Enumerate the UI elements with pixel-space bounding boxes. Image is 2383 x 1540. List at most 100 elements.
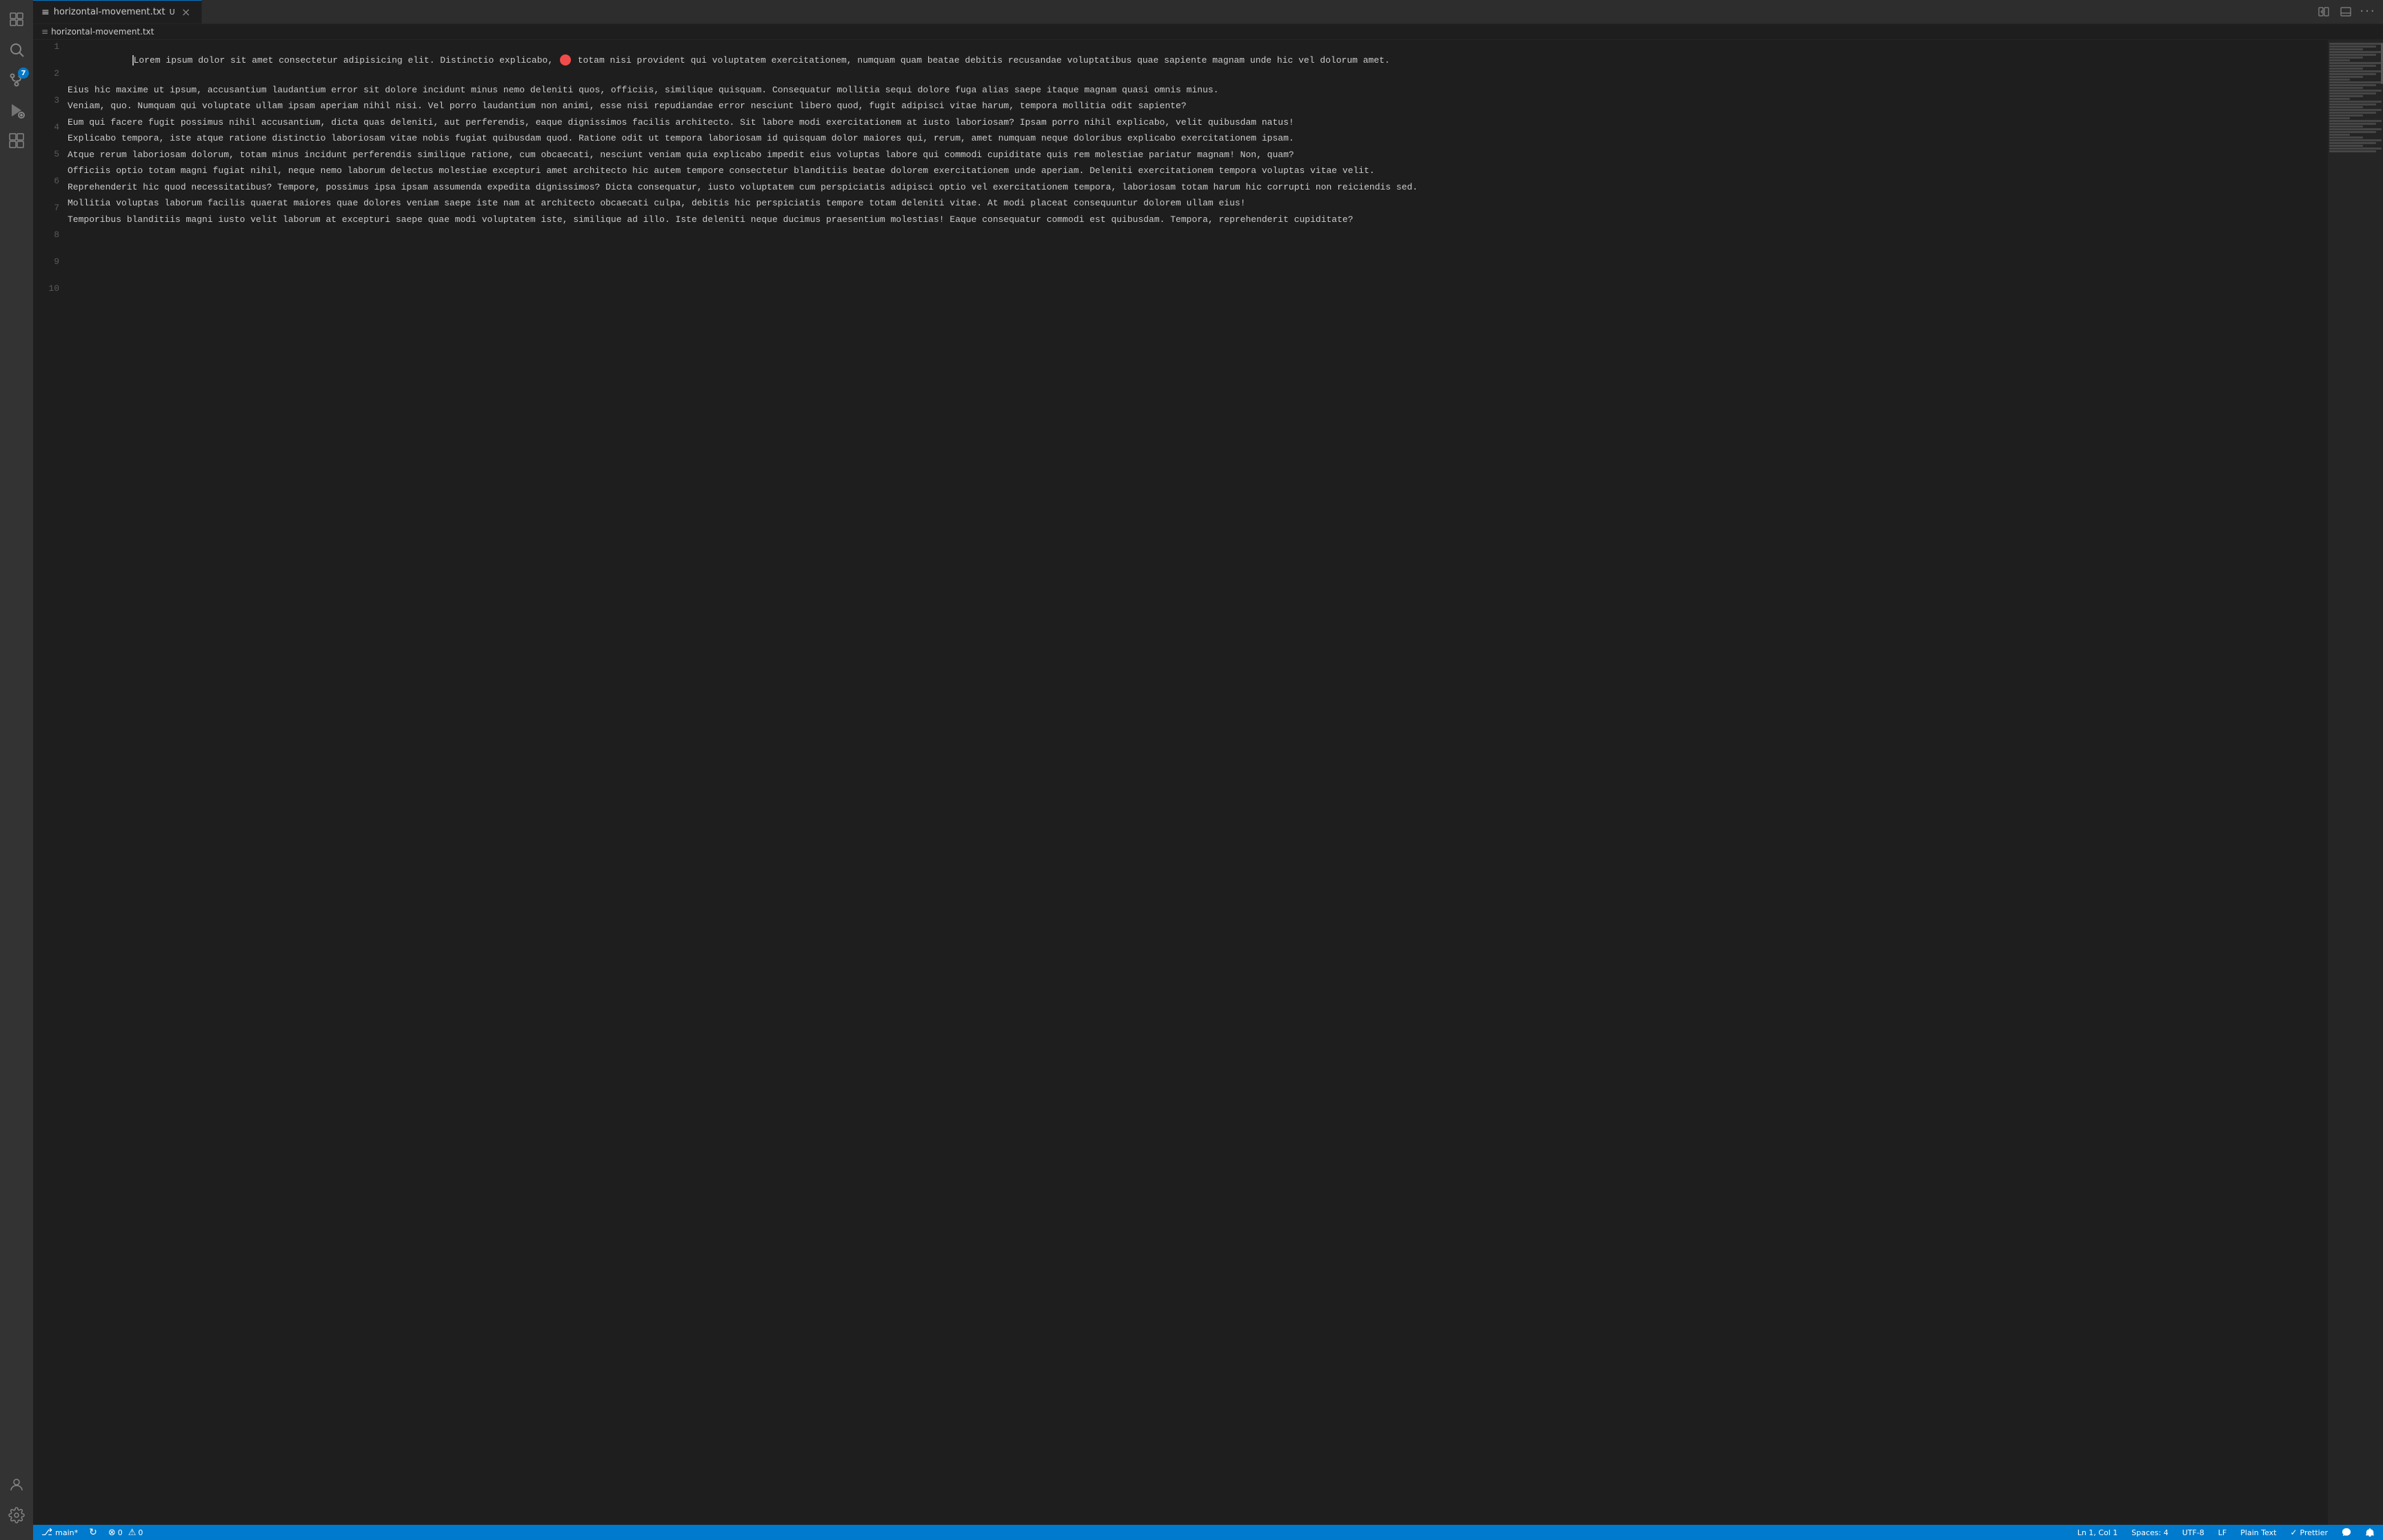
- code-line-5[interactable]: Explicabo tempora, iste atque ratione di…: [68, 132, 2317, 145]
- warning-icon: ⚠: [128, 1528, 137, 1538]
- line-number-9: 9: [33, 255, 59, 269]
- status-bar: ⎇ main* ↻ ⊗ 0 ⚠ 0 Ln 1, Col: [33, 1525, 2383, 1540]
- line-ending-item[interactable]: LF: [2215, 1525, 2229, 1540]
- warning-count: 0: [138, 1528, 143, 1537]
- minimap-line: [2329, 79, 2350, 81]
- error-count: 0: [118, 1528, 123, 1537]
- minimap-line: [2329, 57, 2363, 59]
- line-number-10: 10: [33, 282, 59, 296]
- code-line-3[interactable]: Veniam, quo. Numquam qui voluptate ullam…: [68, 99, 2317, 113]
- minimap-line: [2329, 92, 2376, 94]
- minimap-line: [2329, 98, 2350, 100]
- line-number-5: 5: [33, 148, 59, 161]
- minimap-line: [2329, 131, 2376, 133]
- explorer-icon[interactable]: [3, 6, 30, 33]
- code-line-2[interactable]: Eius hic maxime ut ipsum, accusantium la…: [68, 83, 2317, 97]
- formatter-item[interactable]: ✓ Prettier: [2287, 1525, 2331, 1540]
- git-branch-item[interactable]: ⎇ main*: [39, 1525, 81, 1540]
- minimap-line: [2329, 62, 2382, 64]
- cursor-position: Ln 1, Col 1: [2078, 1528, 2118, 1537]
- breadcrumb: ≡ horizontal-movement.txt: [33, 24, 2383, 40]
- minimap-line: [2329, 43, 2382, 45]
- line-ending-label: LF: [2218, 1528, 2226, 1537]
- editor-area: 1 2 3 4 5 6 7 8 9 10 Lorem ipsum dolor s…: [33, 40, 2383, 1525]
- minimap-line: [2329, 128, 2382, 130]
- code-line-7[interactable]: Officiis optio totam magni fugiat nihil,…: [68, 164, 2317, 178]
- source-control-icon[interactable]: 7: [3, 66, 30, 94]
- editor-content[interactable]: 1 2 3 4 5 6 7 8 9 10 Lorem ipsum dolor s…: [33, 40, 2328, 1525]
- breadcrumb-filename[interactable]: horizontal-movement.txt: [51, 27, 154, 37]
- tab-horizontal-movement[interactable]: ≡ horizontal-movement.txt U ×: [33, 0, 202, 23]
- indentation-item[interactable]: Spaces: 4: [2129, 1525, 2171, 1540]
- error-item: ⊗ 0: [108, 1528, 123, 1538]
- code-line-10[interactable]: Temporibus blanditiis magni iusto velit …: [68, 213, 2317, 227]
- minimap-line: [2329, 134, 2350, 136]
- bookmark-icon: [560, 54, 571, 65]
- code-line-1[interactable]: Lorem ipsum dolor sit amet consectetur a…: [68, 40, 2317, 81]
- activity-bar: 7: [0, 0, 33, 1540]
- search-icon[interactable]: [3, 36, 30, 63]
- cursor-position-item[interactable]: Ln 1, Col 1: [2075, 1525, 2121, 1540]
- minimap-line: [2329, 48, 2363, 50]
- activity-bar-bottom: [3, 1471, 30, 1534]
- code-line-4[interactable]: Eum qui facere fugit possimus nihil accu…: [68, 116, 2317, 130]
- minimap-line: [2329, 103, 2376, 105]
- status-left: ⎇ main* ↻ ⊗ 0 ⚠ 0: [39, 1525, 145, 1540]
- line-number-6: 6: [33, 174, 59, 188]
- tab-label: horizontal-movement.txt: [54, 7, 165, 17]
- run-debug-icon[interactable]: [3, 97, 30, 124]
- code-line-8[interactable]: Reprehenderit hic quod necessitatibus? T…: [68, 181, 2317, 194]
- minimap-line: [2329, 142, 2376, 144]
- minimap-line: [2329, 90, 2382, 92]
- line-numbers-area: 1 2 3 4 5 6 7 8 9 10 Lorem ipsum dolor s…: [33, 40, 2328, 296]
- code-line-6[interactable]: Atque rerum laboriosam dolorum, totam mi…: [68, 148, 2317, 162]
- sync-item[interactable]: ↻: [86, 1525, 100, 1540]
- minimap-line: [2329, 109, 2382, 111]
- tab-bar-actions: ···: [2309, 0, 2383, 23]
- sync-icon: ↻: [89, 1527, 97, 1538]
- notifications-item[interactable]: [2362, 1525, 2377, 1540]
- status-right: Ln 1, Col 1 Spaces: 4 UTF-8 LF Plain Tex…: [2075, 1525, 2377, 1540]
- minimap-line: [2329, 45, 2376, 48]
- git-branch-icon: ⎇: [41, 1527, 52, 1538]
- extensions-icon[interactable]: [3, 127, 30, 154]
- minimap-line: [2329, 54, 2376, 56]
- settings-icon[interactable]: [3, 1501, 30, 1529]
- formatter-label: Prettier: [2300, 1528, 2328, 1537]
- account-icon[interactable]: [3, 1471, 30, 1499]
- minimap-line: [2329, 106, 2363, 108]
- feedback-item[interactable]: [2339, 1525, 2354, 1540]
- line-number-2: 2: [33, 67, 59, 81]
- code-line-9[interactable]: Mollitia voluptas laborum facilis quaera…: [68, 196, 2317, 210]
- line-number-4: 4: [33, 121, 59, 134]
- line-number-3: 3: [33, 94, 59, 108]
- breadcrumb-file-icon: ≡: [41, 27, 48, 37]
- warning-item: ⚠ 0: [128, 1528, 143, 1538]
- minimap-line: [2329, 95, 2363, 97]
- code-lines[interactable]: Lorem ipsum dolor sit amet consectetur a…: [68, 40, 2328, 296]
- feedback-icon: [2342, 1528, 2351, 1537]
- minimap-line: [2329, 73, 2376, 75]
- tab-close-button[interactable]: ×: [179, 6, 193, 19]
- minimap-line: [2329, 76, 2363, 78]
- source-control-badge: 7: [18, 68, 29, 79]
- indentation-label: Spaces: 4: [2131, 1528, 2168, 1537]
- minimap-line: [2329, 87, 2363, 89]
- minimap-line: [2329, 150, 2376, 152]
- language-mode-item[interactable]: Plain Text: [2238, 1525, 2279, 1540]
- encoding-label: UTF-8: [2182, 1528, 2204, 1537]
- errors-warnings-item[interactable]: ⊗ 0 ⚠ 0: [105, 1525, 146, 1540]
- line-number-8: 8: [33, 228, 59, 242]
- encoding-item[interactable]: UTF-8: [2180, 1525, 2207, 1540]
- cursor: [132, 55, 134, 65]
- language-mode-label: Plain Text: [2240, 1528, 2276, 1537]
- minimap-line: [2329, 84, 2376, 86]
- toggle-panel-button[interactable]: [2336, 2, 2355, 21]
- split-editor-button[interactable]: [2314, 2, 2333, 21]
- minimap-line: [2329, 136, 2363, 139]
- more-actions-button[interactable]: ···: [2358, 2, 2377, 21]
- minimap-line: [2329, 51, 2382, 53]
- main-content: ≡ horizontal-movement.txt U ×: [33, 0, 2383, 1540]
- minimap-line: [2329, 120, 2382, 122]
- minimap-line: [2329, 70, 2382, 72]
